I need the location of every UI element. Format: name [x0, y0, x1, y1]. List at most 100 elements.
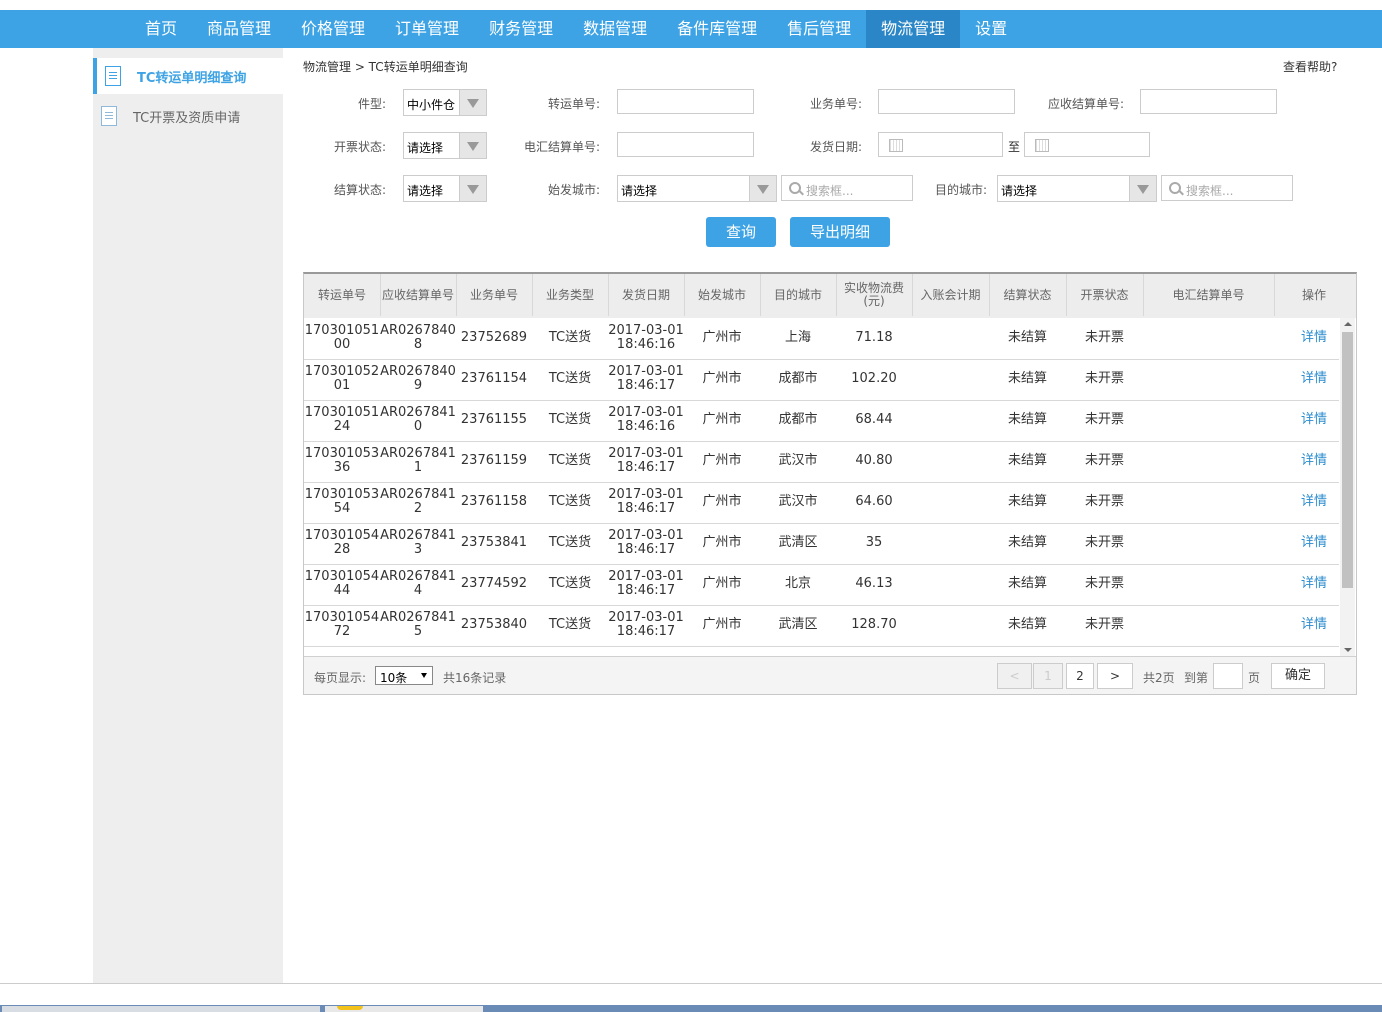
date-to-label: 至 [1008, 140, 1021, 154]
dest-city-search[interactable]: 搜索框... [1161, 175, 1293, 201]
cell-action[interactable]: 详情 [1274, 441, 1339, 481]
cell-accounting-period [912, 564, 989, 604]
cell-receivable-no: AR0267841 5 [380, 610, 456, 639]
cell-transfer-no: 170301052 01 [304, 364, 380, 393]
table-body: 170301051 00 AR0267840 8 23752689 TC送货 2017-… [304, 318, 1339, 656]
cell-transfer-no: 170301053 36 [304, 446, 380, 475]
column-header-fee: 实收物流费(元) [836, 274, 913, 316]
top-nav: 首页 商品管理 价格管理 订单管理 财务管理 数据管理 备件库管理 售后管理 物流管理 设置 [0, 10, 1382, 48]
calendar-icon [1035, 139, 1049, 152]
receivable-no-input[interactable] [1140, 89, 1277, 114]
cell-biz-no: 23774592 [460, 576, 528, 591]
cell-accounting-period [912, 605, 989, 645]
taskbar-item[interactable] [325, 1006, 483, 1012]
column-header-dest-city: 目的城市 [760, 274, 837, 316]
page-1-button[interactable]: 1 [1033, 663, 1063, 689]
search-icon [789, 182, 801, 194]
cell-accounting-period [912, 523, 989, 563]
nav-item[interactable]: 设置 [960, 10, 1022, 48]
scroll-thumb[interactable] [1342, 332, 1353, 588]
export-button[interactable]: 导出明细 [790, 217, 890, 247]
cell-action[interactable]: 详情 [1274, 564, 1339, 604]
cell-settle-status: 未结算 [1007, 330, 1047, 345]
cell-accounting-period [912, 400, 989, 440]
cell-invoice-status: 未开票 [1084, 535, 1124, 550]
nav-item[interactable]: 物流管理 [866, 10, 961, 48]
prev-page-button[interactable]: < [997, 663, 1032, 689]
cell-origin-city: 广州市 [702, 617, 742, 632]
type-select[interactable]: 中小件仓 [403, 89, 487, 116]
cell-invoice-status: 未开票 [1084, 576, 1124, 591]
ship-date-end-input[interactable] [1024, 132, 1150, 157]
cell-origin-city: 广州市 [702, 535, 742, 550]
dest-city-select[interactable]: 请选择 [997, 175, 1157, 202]
sidebar-item-label: TC开票及资质申请 [133, 110, 241, 126]
cell-wire-no [1143, 318, 1274, 358]
help-link[interactable]: 查看帮助? [1283, 58, 1337, 75]
cell-settle-status: 未结算 [1007, 576, 1047, 591]
table-scrollbar[interactable] [1340, 318, 1355, 656]
transfer-no-label: 转运单号: [547, 97, 600, 111]
total-records: 共16条记录 [443, 671, 507, 685]
cell-action[interactable]: 详情 [1274, 318, 1339, 358]
taskbar-item[interactable] [2, 1006, 320, 1012]
invoice-status-select[interactable]: 请选择 [403, 132, 487, 159]
transfer-no-input[interactable] [617, 89, 754, 114]
wire-no-input[interactable] [617, 132, 754, 157]
nav-item[interactable]: 财务管理 [474, 10, 568, 48]
column-header-transfer-no: 转运单号 [304, 274, 381, 316]
cell-biz-no: 23753840 [460, 617, 528, 632]
nav-item[interactable]: 商品管理 [192, 10, 286, 48]
nav-item[interactable]: 数据管理 [568, 10, 662, 48]
cell-ship-date: 2017-03-01 18:46:17 [608, 528, 684, 557]
goto-page-input[interactable] [1213, 663, 1243, 689]
query-button[interactable]: 查询 [706, 217, 776, 247]
cell-action[interactable]: 详情 [1274, 605, 1339, 645]
cell-settle-status: 未结算 [1007, 617, 1047, 632]
sidebar-item-tc-transfer-detail[interactable]: TC转运单明细查询 [93, 58, 283, 94]
cell-fee: 35 [865, 535, 883, 550]
cell-origin-city: 广州市 [702, 576, 742, 591]
settle-status-select[interactable]: 请选择 [403, 175, 487, 202]
cell-action[interactable]: 详情 [1274, 523, 1339, 563]
footer-divider [0, 983, 1382, 984]
nav-item[interactable]: 备件库管理 [662, 10, 772, 48]
cell-biz-type: TC送货 [548, 371, 592, 386]
result-table: 转运单号 应收结算单号 业务单号 业务类型 发货日期 始发城市 目的城市 实收物流费(元) 入账… [303, 272, 1357, 695]
cell-wire-no [1143, 400, 1274, 440]
confirm-page-button[interactable]: 确定 [1271, 663, 1325, 689]
sidebar-item-tc-invoice-apply[interactable]: TC开票及资质申请 [93, 98, 283, 134]
next-page-button[interactable]: > [1097, 663, 1133, 689]
cell-biz-no: 23761155 [460, 412, 528, 427]
cell-action[interactable]: 详情 [1274, 400, 1339, 440]
cell-dest-city: 武清区 [778, 535, 818, 550]
invoice-status-label: 开票状态: [333, 140, 386, 154]
settle-status-label: 结算状态: [333, 183, 386, 197]
dropdown-arrow-icon [459, 90, 486, 115]
cell-transfer-no: 170301051 24 [304, 405, 380, 434]
type-label: 件型: [357, 97, 386, 111]
nav-item[interactable]: 订单管理 [380, 10, 474, 48]
origin-city-select[interactable]: 请选择 [617, 175, 777, 202]
pagination: 每页显示: 10条 共16条记录 < 1 2 > 共2页 到第 页 确定 [304, 656, 1356, 694]
scroll-up-icon[interactable] [1344, 322, 1352, 326]
ship-date-start-input[interactable] [878, 132, 1003, 157]
cell-action[interactable]: 详情 [1274, 359, 1339, 399]
table-row: 170301054 44 AR0267841 4 23774592 TC送货 2017-… [304, 564, 1339, 606]
per-page-select[interactable]: 10条 [375, 666, 433, 685]
scroll-down-icon[interactable] [1344, 648, 1352, 652]
biz-no-input[interactable] [878, 89, 1015, 114]
page-suffix: 页 [1248, 671, 1261, 685]
page-2-button[interactable]: 2 [1066, 663, 1094, 689]
biz-no-label: 业务单号: [809, 97, 862, 111]
cell-action[interactable]: 详情 [1274, 482, 1339, 522]
dropdown-arrow-icon [459, 133, 486, 158]
cell-origin-city: 广州市 [702, 494, 742, 509]
nav-item[interactable]: 价格管理 [286, 10, 380, 48]
cell-biz-type: TC送货 [548, 494, 592, 509]
nav-item[interactable]: 首页 [130, 10, 192, 48]
cell-transfer-no: 170301054 72 [304, 610, 380, 639]
origin-city-search[interactable]: 搜索框... [781, 175, 913, 201]
nav-item[interactable]: 售后管理 [772, 10, 866, 48]
cell-fee: 102.20 [851, 371, 897, 386]
